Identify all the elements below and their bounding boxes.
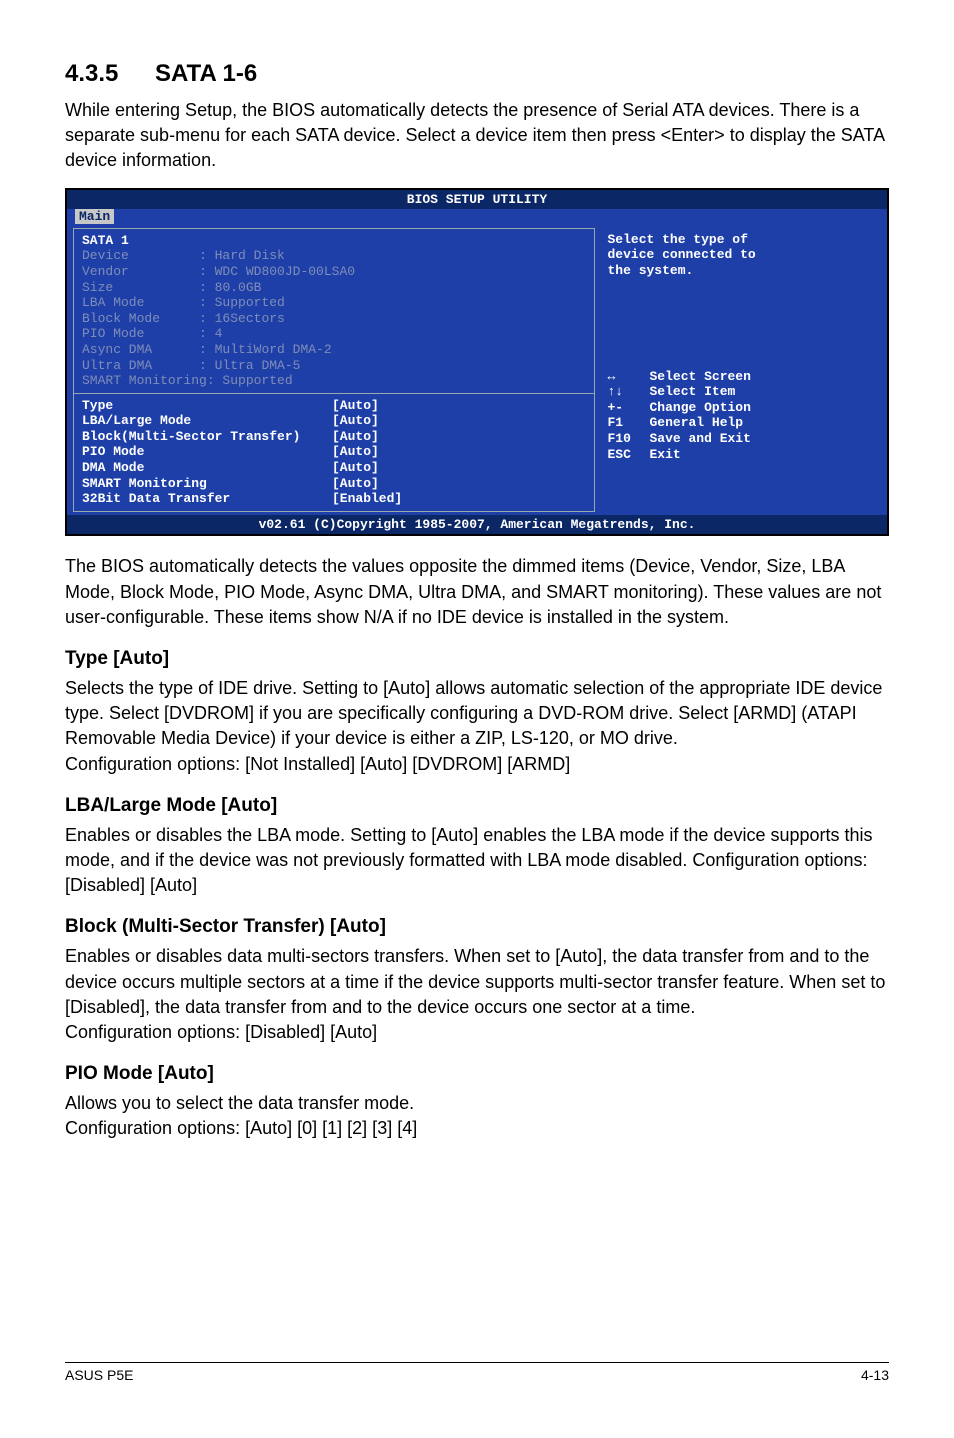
section-number: 4.3.5 xyxy=(65,60,155,88)
type-paragraph: Selects the type of IDE drive. Setting t… xyxy=(65,676,889,752)
info-val: : 4 xyxy=(199,326,222,341)
footer-page-number: 4-13 xyxy=(861,1367,889,1383)
setting-label: LBA/Large Mode xyxy=(82,413,332,429)
setting-row[interactable]: PIO Mode[Auto] xyxy=(82,444,586,460)
info-val: : WDC WD800JD-00LSA0 xyxy=(199,264,355,279)
bios-title: BIOS SETUP UTILITY xyxy=(67,190,887,210)
section-heading: 4.3.5SATA 1-6 xyxy=(65,60,889,88)
body-paragraph: The BIOS automatically detects the value… xyxy=(65,554,889,630)
setting-row[interactable]: 32Bit Data Transfer[Enabled] xyxy=(82,491,586,507)
info-key: Vendor xyxy=(82,264,129,279)
setting-row[interactable]: DMA Mode[Auto] xyxy=(82,460,586,476)
bios-left-panel: SATA 1 Device : Hard Disk Vendor : WDC W… xyxy=(73,228,595,512)
setting-label: 32Bit Data Transfer xyxy=(82,491,332,507)
help-desc: Select the type of xyxy=(607,232,873,248)
info-val: : 80.0GB xyxy=(199,280,261,295)
info-key: Device xyxy=(82,248,129,263)
setting-label: SMART Monitoring xyxy=(82,476,332,492)
key-esc: ESC xyxy=(607,447,649,463)
setting-value: [Auto] xyxy=(332,413,379,429)
setting-value: [Auto] xyxy=(332,476,379,492)
setting-value: [Auto] xyxy=(332,444,379,460)
bios-tabbar: Main xyxy=(67,209,887,225)
info-key: LBA Mode xyxy=(82,295,144,310)
type-heading: Type [Auto] xyxy=(65,648,889,670)
bios-info-block: Device : Hard Disk Vendor : WDC WD800JD-… xyxy=(82,248,586,388)
pio-heading: PIO Mode [Auto] xyxy=(65,1063,889,1085)
intro-paragraph: While entering Setup, the BIOS automatic… xyxy=(65,98,889,174)
setting-row[interactable]: LBA/Large Mode[Auto] xyxy=(82,413,586,429)
key-text: Exit xyxy=(649,447,680,463)
arrows-ud-icon: ↑↓ xyxy=(607,384,649,400)
key-f10: F10 xyxy=(607,431,649,447)
page-footer: ASUS P5E 4-13 xyxy=(65,1362,889,1383)
info-val: : Hard Disk xyxy=(199,248,285,263)
setting-label: DMA Mode xyxy=(82,460,332,476)
info-key: Block Mode xyxy=(82,311,160,326)
info-key: Ultra DMA xyxy=(82,358,152,373)
lba-paragraph: Enables or disables the LBA mode. Settin… xyxy=(65,823,889,899)
block-config: Configuration options: [Disabled] [Auto] xyxy=(65,1020,889,1045)
key-text: General Help xyxy=(649,415,743,431)
bios-tab-main[interactable]: Main xyxy=(75,209,114,224)
setting-value: [Auto] xyxy=(332,429,379,445)
info-key: PIO Mode xyxy=(82,326,144,341)
bios-settings-block: Type[Auto] LBA/Large Mode[Auto] Block(Mu… xyxy=(82,398,586,507)
setting-value: [Auto] xyxy=(332,460,379,476)
help-desc: device connected to xyxy=(607,247,873,263)
setting-row[interactable]: Type[Auto] xyxy=(82,398,586,414)
info-val: : 16Sectors xyxy=(199,311,285,326)
info-val: : Ultra DMA-5 xyxy=(199,358,300,373)
key-text: Save and Exit xyxy=(649,431,750,447)
info-val: : MultiWord DMA-2 xyxy=(199,342,332,357)
setting-row[interactable]: SMART Monitoring[Auto] xyxy=(82,476,586,492)
setting-label: PIO Mode xyxy=(82,444,332,460)
arrows-lr-icon: ↔ xyxy=(607,369,649,385)
setting-label: Type xyxy=(82,398,332,414)
setting-value: [Enabled] xyxy=(332,491,402,507)
section-name: SATA 1-6 xyxy=(155,60,257,87)
type-config: Configuration options: [Not Installed] [… xyxy=(65,752,889,777)
key-text: Change Option xyxy=(649,400,750,416)
key-text: Select Item xyxy=(649,384,735,400)
setting-value: [Auto] xyxy=(332,398,379,414)
bios-screenshot: BIOS SETUP UTILITY Main SATA 1 Device : … xyxy=(65,188,889,537)
block-heading: Block (Multi-Sector Transfer) [Auto] xyxy=(65,916,889,938)
key-f1: F1 xyxy=(607,415,649,431)
key-text: Select Screen xyxy=(649,369,750,385)
bios-footer: v02.61 (C)Copyright 1985-2007, American … xyxy=(67,515,887,535)
plusminus-icon: +- xyxy=(607,400,649,416)
help-desc: the system. xyxy=(607,263,873,279)
block-paragraph: Enables or disables data multi-sectors t… xyxy=(65,944,889,1020)
footer-model: ASUS P5E xyxy=(65,1367,133,1383)
setting-label: Block(Multi-Sector Transfer) xyxy=(82,429,332,445)
info-key: Async DMA xyxy=(82,342,152,357)
bios-device-heading: SATA 1 xyxy=(82,233,586,249)
setting-row[interactable]: Block(Multi-Sector Transfer)[Auto] xyxy=(82,429,586,445)
lba-heading: LBA/Large Mode [Auto] xyxy=(65,795,889,817)
info-val: : Supported xyxy=(199,295,285,310)
bios-help-panel: Select the type of device connected to t… xyxy=(599,228,881,512)
pio-paragraph: Allows you to select the data transfer m… xyxy=(65,1091,889,1116)
info-val: : Supported xyxy=(207,373,293,388)
info-key: SMART Monitoring xyxy=(82,373,207,388)
pio-config: Configuration options: [Auto] [0] [1] [2… xyxy=(65,1116,889,1141)
info-key: Size xyxy=(82,280,113,295)
bios-key-legend: ↔Select Screen ↑↓Select Item +-Change Op… xyxy=(607,369,873,463)
